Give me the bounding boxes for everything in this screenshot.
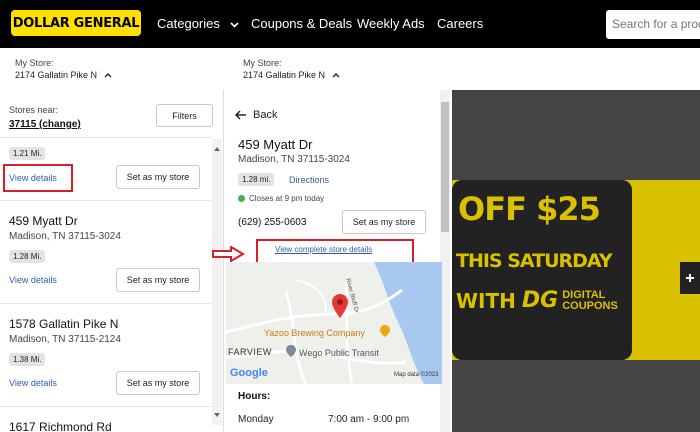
scrollbar-thumb[interactable] bbox=[441, 102, 449, 232]
back-arrow-icon bbox=[235, 110, 246, 120]
stores-near-label: Stores near: bbox=[9, 105, 59, 115]
promo-digital: DIGITAL bbox=[562, 288, 606, 301]
promo-with: WITH bbox=[456, 288, 516, 313]
brewery-marker-icon bbox=[380, 325, 390, 337]
status-text: Closes at 9 pm today bbox=[249, 194, 325, 203]
nav-careers[interactable]: Careers bbox=[437, 16, 483, 31]
annotation-highlight-box bbox=[3, 164, 73, 192]
back-button[interactable]: Back bbox=[235, 109, 277, 121]
view-details-link[interactable]: View details bbox=[9, 275, 57, 285]
store-address: Madison, TN 37115-3024 bbox=[9, 231, 121, 242]
hours-time: 7:00 am - 9:00 pm bbox=[328, 414, 410, 425]
plus-icon bbox=[686, 274, 694, 282]
store-name: 1617 Richmond Rd bbox=[9, 420, 112, 432]
transit-marker-icon bbox=[286, 345, 296, 357]
store-list-panel: Stores near: 37115 (change) Filters 1.21… bbox=[0, 90, 224, 432]
top-navigation-bar: DOLLAR GENERAL Categories Coupons & Deal… bbox=[0, 0, 700, 48]
directions-link[interactable]: Directions bbox=[289, 175, 329, 185]
carousel-next-button[interactable] bbox=[680, 262, 700, 294]
store-name: 459 Myatt Dr bbox=[9, 214, 78, 228]
my-store-value: 2174 Gallatin Pike N bbox=[15, 70, 112, 80]
store-phone[interactable]: (629) 255-0603 bbox=[238, 217, 306, 228]
scroll-down-arrow-icon[interactable] bbox=[212, 411, 222, 419]
map-roads-graphic bbox=[226, 262, 442, 384]
change-zip-link[interactable]: 37115 (change) bbox=[9, 119, 81, 130]
google-logo: Google bbox=[230, 367, 268, 379]
divider bbox=[0, 406, 212, 407]
store-address: Madison, TN 37115-3024 bbox=[238, 154, 350, 165]
my-store-bar-left[interactable]: My Store: 2174 Gallatin Pike N bbox=[0, 48, 224, 90]
logo-text: DOLLAR GENERAL bbox=[12, 15, 140, 31]
chevron-down-icon bbox=[229, 21, 239, 28]
store-map[interactable]: River Bluff Dr Yazoo Brewing Company FAR… bbox=[226, 262, 442, 384]
search-input[interactable]: Search for a product bbox=[606, 10, 700, 39]
distance-badge: 1.38 Mi. bbox=[9, 353, 46, 366]
promo-coupons: COUPONS bbox=[562, 299, 618, 312]
back-label: Back bbox=[253, 109, 278, 121]
store-name: 459 Myatt Dr bbox=[238, 137, 313, 152]
divider bbox=[0, 137, 212, 138]
promo-banner[interactable]: OFF $25 THIS SATURDAY WITH DG DIGITAL CO… bbox=[452, 180, 632, 360]
my-store-bar-right[interactable]: My Store: 2174 Gallatin Pike N bbox=[226, 48, 452, 90]
nav-weekly-ads[interactable]: Weekly Ads bbox=[357, 16, 425, 31]
scroll-up-arrow-icon[interactable] bbox=[212, 145, 222, 153]
distance-badge: 1.28 Mi. bbox=[9, 250, 46, 263]
hours-day: Monday bbox=[238, 414, 274, 425]
nav-categories-label: Categories bbox=[157, 16, 220, 31]
view-details-link[interactable]: View details bbox=[9, 378, 57, 388]
annotation-arrow-icon bbox=[212, 246, 245, 262]
hours-label: Hours: bbox=[238, 391, 271, 402]
divider bbox=[0, 200, 212, 201]
my-store-label: My Store: bbox=[243, 58, 282, 68]
store-status: Closes at 9 pm today bbox=[238, 194, 324, 203]
chevron-up-icon bbox=[104, 73, 112, 78]
scrollbar[interactable] bbox=[212, 139, 222, 425]
store-name: 1578 Gallatin Pike N bbox=[9, 317, 119, 331]
map-attribution: Map data ©2023 bbox=[394, 372, 439, 378]
chevron-up-icon bbox=[332, 73, 340, 78]
divider bbox=[0, 303, 212, 304]
set-as-my-store-button[interactable]: Set as my store bbox=[116, 268, 200, 292]
distance-badge: 1.21 Mi. bbox=[9, 147, 46, 160]
store-address: Madison, TN 37115-2124 bbox=[9, 334, 121, 345]
filters-button[interactable]: Filters bbox=[156, 104, 213, 127]
distance-badge: 1.28 mi. bbox=[238, 173, 275, 186]
set-as-my-store-button[interactable]: Set as my store bbox=[116, 371, 200, 395]
dollar-general-logo[interactable]: DOLLAR GENERAL bbox=[11, 10, 141, 36]
set-as-my-store-button[interactable]: Set as my store bbox=[116, 165, 200, 189]
map-pin-icon[interactable] bbox=[332, 294, 348, 323]
promo-dg-logo: DG bbox=[521, 288, 559, 313]
open-status-dot-icon bbox=[238, 195, 245, 202]
nav-coupons-deals[interactable]: Coupons & Deals bbox=[251, 16, 352, 31]
map-transit-label: Wego Public Transit bbox=[299, 348, 379, 358]
promo-line1: OFF $25 bbox=[458, 190, 601, 228]
set-as-my-store-button[interactable]: Set as my store bbox=[342, 210, 426, 234]
promo-line3-row: WITH DG DIGITAL COUPONS bbox=[456, 288, 618, 313]
promo-line2: THIS SATURDAY bbox=[456, 250, 613, 272]
map-area-label: FARVIEW bbox=[228, 347, 272, 357]
nav-categories[interactable]: Categories bbox=[157, 16, 239, 31]
my-store-value: 2174 Gallatin Pike N bbox=[243, 70, 340, 80]
my-store-label: My Store: bbox=[15, 58, 54, 68]
map-place-label: Yazoo Brewing Company bbox=[264, 328, 365, 338]
